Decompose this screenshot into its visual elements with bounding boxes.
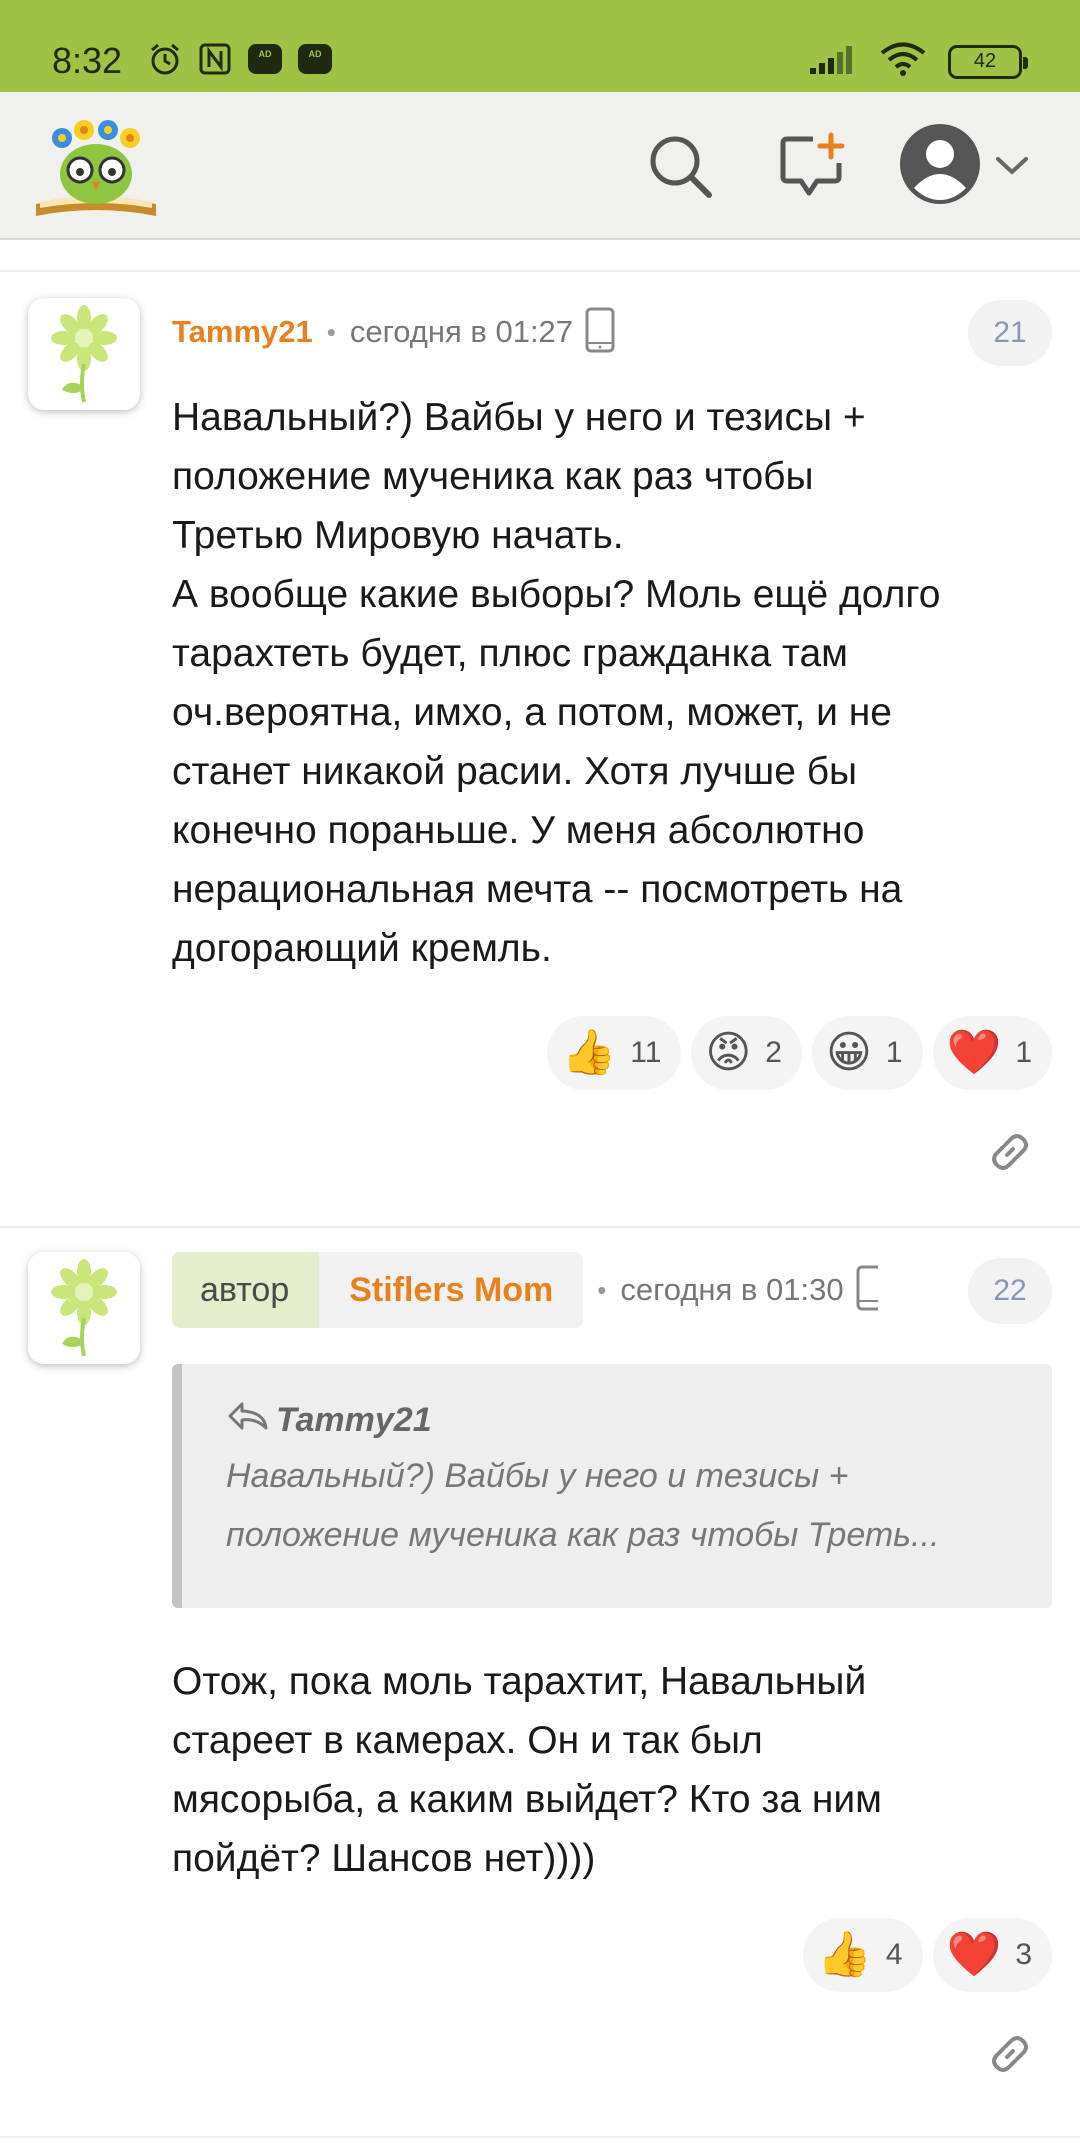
comment-text: Отож, пока моль тарахтит, Навальный стар… (172, 1652, 1052, 1888)
quote-line: положение мученика как раз чтобы Треть..… (226, 1516, 940, 1554)
reaction-thumbs-up[interactable]: 👍 4 (803, 1918, 923, 1992)
quote-line: Навальный?) Вайбы у него и тезисы + (226, 1457, 849, 1495)
link-icon[interactable] (982, 1124, 1038, 1180)
comment-time: сегодня в 01:30 (620, 1272, 844, 1307)
nfc-icon (198, 42, 232, 76)
signal-icon (810, 44, 858, 79)
quote-block[interactable]: Tammy21 Навальный?) Вайбы у него и тезис… (172, 1364, 1052, 1608)
reaction-angry[interactable]: 😡 2 (691, 1016, 802, 1090)
comment-divider (0, 1226, 1080, 1228)
reply-arrow-icon (226, 1400, 270, 1441)
reaction-heart[interactable]: ❤️ 1 (932, 1016, 1052, 1090)
quote-author: Tammy21 (276, 1401, 432, 1439)
author-name[interactable]: Stiflers Mom (319, 1252, 584, 1328)
reaction-thumbs-up[interactable]: 👍 11 (547, 1016, 682, 1090)
author-tag[interactable]: автор Stiflers Mom (172, 1252, 584, 1328)
text-line: пойдёт? Шансов нет)))) (172, 1837, 596, 1880)
comment-divider (0, 2136, 1080, 2138)
heart-icon: ❤️ (946, 1929, 1002, 1980)
quote-header: Tammy21 (226, 1400, 1008, 1441)
search-icon[interactable] (640, 126, 720, 206)
divider (0, 242, 1080, 272)
text-line: стареет в камерах. Он и так был (172, 1719, 763, 1762)
author-name[interactable]: Tammy21 (172, 314, 313, 350)
reaction-heart[interactable]: ❤️ 3 (932, 1918, 1052, 1992)
avatar[interactable] (28, 1252, 140, 1364)
text-line: догорающий кремль. (172, 927, 552, 970)
app-header (0, 92, 1080, 240)
angry-face-icon: 😡 (705, 1027, 752, 1078)
text-line: Третью Мировую начать. (172, 514, 624, 557)
text-line: Навальный?) Вайбы у него и тезисы + (172, 396, 866, 439)
comment-text: Навальный?) Вайбы у него и тезисы + поло… (172, 388, 1052, 978)
owl-logo[interactable] (32, 112, 160, 224)
heart-icon: ❤️ (946, 1027, 1002, 1078)
author-role-label: автор (172, 1252, 320, 1328)
reaction-count: 4 (885, 1938, 903, 1971)
user-avatar-icon[interactable] (898, 122, 982, 206)
text-line: Отож, пока моль тарахтит, Навальный (172, 1660, 867, 1703)
reaction-count: 2 (765, 1036, 782, 1069)
quote-text: Навальный?) Вайбы у него и тезисы + поло… (226, 1447, 1008, 1565)
text-line: тарахтеть будет, плюс гражданка там (172, 632, 848, 675)
status-bar: 8:32 AD AD 42 (0, 0, 1080, 92)
new-comment-icon[interactable] (772, 126, 852, 206)
status-right-icons: 42 (810, 42, 1028, 81)
status-left-icons: AD AD (148, 42, 332, 76)
separator-dot: • (326, 316, 336, 347)
link-icon[interactable] (982, 2026, 1038, 2082)
comment-meta: Tammy21 • сегодня в 01:27 (172, 302, 615, 362)
reactions-bar: 👍 11 😡 2 😀 1 ❤️ 1 (547, 1016, 1052, 1090)
adblock-icon: AD (248, 44, 282, 74)
mobile-device-icon (856, 1265, 886, 1316)
grinning-face-icon: 😀 (825, 1027, 872, 1078)
separator-dot: • (597, 1274, 607, 1305)
reaction-count: 1 (885, 1036, 903, 1069)
text-line: нерациональная мечта -- посмотреть на (172, 868, 903, 911)
text-line: станет никакой расии. Хотя лучше бы (172, 750, 858, 793)
battery-icon: 42 (948, 44, 1028, 79)
reaction-count: 11 (630, 1036, 662, 1069)
text-line: мясорыба, а каким выйдет? Кто за ним (172, 1778, 882, 1821)
mobile-device-icon (585, 307, 615, 358)
text-line: А вообще какие выборы? Моль ещё долго (172, 573, 941, 616)
reaction-count: 3 (1015, 1938, 1032, 1971)
text-line: положение мученика как раз чтобы (172, 455, 814, 498)
comment-time: сегодня в 01:27 (349, 314, 574, 349)
chevron-down-icon[interactable] (990, 126, 1034, 206)
text-line: конечно пораньше. У меня абсолютно (172, 809, 865, 852)
comment-meta: автор Stiflers Mom • сегодня в 01:30 (172, 1252, 886, 1328)
avatar[interactable] (28, 298, 140, 410)
comment-number[interactable]: 22 (968, 1258, 1052, 1324)
comment-number[interactable]: 21 (968, 300, 1052, 366)
wifi-icon (880, 42, 926, 81)
text-line: оч.вероятна, имхо, а потом, может, и не (172, 691, 892, 734)
reaction-count: 1 (1015, 1036, 1032, 1069)
alarm-icon (148, 42, 182, 76)
reactions-bar: 👍 4 ❤️ 3 (803, 1918, 1052, 1992)
thumbs-up-icon: 👍 (817, 1929, 872, 1980)
reaction-grin[interactable]: 😀 1 (811, 1016, 923, 1090)
status-time: 8:32 (52, 40, 123, 81)
thumbs-up-icon: 👍 (561, 1027, 617, 1078)
adblock-icon: AD (298, 44, 332, 74)
